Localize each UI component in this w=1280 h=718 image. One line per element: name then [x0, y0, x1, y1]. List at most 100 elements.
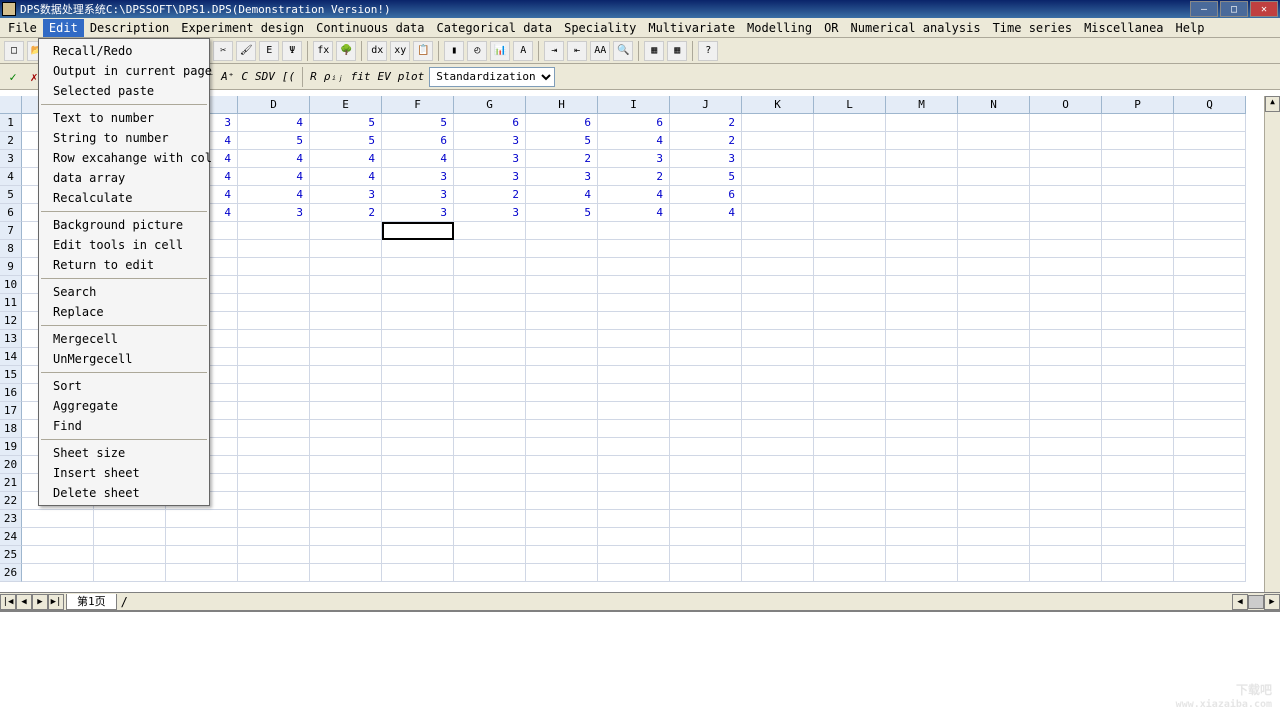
cell[interactable] [1174, 366, 1246, 384]
cell[interactable] [382, 438, 454, 456]
cell[interactable] [1030, 510, 1102, 528]
cell[interactable] [94, 546, 166, 564]
cell[interactable] [598, 312, 670, 330]
cell[interactable] [886, 222, 958, 240]
cell[interactable]: 6 [382, 132, 454, 150]
cell[interactable] [886, 204, 958, 222]
selected-cell[interactable] [382, 222, 454, 240]
cell[interactable] [1030, 240, 1102, 258]
AA-icon[interactable]: AA [590, 41, 610, 61]
cell[interactable] [1030, 546, 1102, 564]
help-icon[interactable]: ? [698, 41, 718, 61]
cell[interactable] [598, 276, 670, 294]
horizontal-scrollbar[interactable]: ◀ [532, 594, 1264, 610]
cell[interactable] [814, 456, 886, 474]
menu-item-recalculate[interactable]: Recalculate [39, 188, 209, 208]
cell[interactable] [1030, 564, 1102, 582]
cell[interactable] [238, 510, 310, 528]
cell[interactable] [670, 348, 742, 366]
bar-icon[interactable]: ▮ [444, 41, 464, 61]
cell[interactable]: 2 [310, 204, 382, 222]
row-header-23[interactable]: 23 [0, 510, 22, 528]
cell[interactable] [310, 240, 382, 258]
cell[interactable] [958, 564, 1030, 582]
menu-item-data-array[interactable]: data array [39, 168, 209, 188]
cell[interactable] [22, 564, 94, 582]
menu-item-unmergecell[interactable]: UnMergecell [39, 349, 209, 369]
cell[interactable] [814, 348, 886, 366]
cell[interactable] [598, 546, 670, 564]
cell[interactable] [166, 564, 238, 582]
fx-icon[interactable]: fx [313, 41, 333, 61]
cell[interactable] [742, 150, 814, 168]
menu-item-aggregate[interactable]: Aggregate [39, 396, 209, 416]
cell[interactable] [310, 564, 382, 582]
minimize-button[interactable]: — [1190, 1, 1218, 17]
cell[interactable]: 3 [454, 168, 526, 186]
cell[interactable] [958, 474, 1030, 492]
row-header-6[interactable]: 6 [0, 204, 22, 222]
cell[interactable] [886, 456, 958, 474]
cell[interactable] [1102, 312, 1174, 330]
menu-categorical-data[interactable]: Categorical data [431, 19, 559, 37]
brush-icon[interactable]: 🖌 [236, 41, 256, 61]
cell[interactable] [1030, 438, 1102, 456]
cell[interactable] [526, 546, 598, 564]
cell[interactable] [742, 546, 814, 564]
cell[interactable] [886, 294, 958, 312]
cell[interactable] [1030, 114, 1102, 132]
cell[interactable] [454, 456, 526, 474]
row-header-12[interactable]: 12 [0, 312, 22, 330]
vertical-scrollbar[interactable]: ▲ [1264, 96, 1280, 598]
menu-item-recall-redo[interactable]: Recall/Redo [39, 41, 209, 61]
cell[interactable] [886, 492, 958, 510]
cell[interactable] [814, 186, 886, 204]
cell[interactable] [238, 456, 310, 474]
cell[interactable] [454, 402, 526, 420]
cell[interactable] [238, 474, 310, 492]
stat-c-icon[interactable]: C [239, 70, 250, 83]
cell[interactable]: 3 [454, 204, 526, 222]
cell[interactable] [1102, 204, 1174, 222]
cell[interactable] [742, 168, 814, 186]
cell[interactable] [310, 546, 382, 564]
row-header-18[interactable]: 18 [0, 420, 22, 438]
cell[interactable] [670, 438, 742, 456]
sheet-nav-button[interactable]: ◀ [16, 594, 32, 610]
row-header-24[interactable]: 24 [0, 528, 22, 546]
cell[interactable]: 4 [670, 204, 742, 222]
cell[interactable] [742, 384, 814, 402]
cell[interactable]: 4 [598, 204, 670, 222]
cell[interactable] [958, 276, 1030, 294]
cell[interactable] [1030, 312, 1102, 330]
menu-continuous-data[interactable]: Continuous data [310, 19, 430, 37]
col-header-M[interactable]: M [886, 96, 958, 114]
cell[interactable] [1102, 294, 1174, 312]
cell[interactable]: 3 [454, 150, 526, 168]
menu-item-output-in-current-page[interactable]: Output in current page [39, 61, 209, 81]
cell[interactable] [958, 168, 1030, 186]
cell[interactable] [814, 330, 886, 348]
cell[interactable] [1102, 564, 1174, 582]
cell[interactable] [238, 240, 310, 258]
col-header-L[interactable]: L [814, 96, 886, 114]
cell[interactable] [598, 438, 670, 456]
cell[interactable] [454, 348, 526, 366]
cell[interactable] [958, 186, 1030, 204]
cell[interactable] [1174, 222, 1246, 240]
cell[interactable] [1174, 420, 1246, 438]
cell[interactable]: 3 [598, 150, 670, 168]
menu-modelling[interactable]: Modelling [741, 19, 818, 37]
scroll-thumb[interactable] [1248, 595, 1264, 609]
cell[interactable] [598, 384, 670, 402]
cell[interactable] [526, 348, 598, 366]
cell[interactable]: 3 [454, 132, 526, 150]
menu-item-edit-tools-in-cell[interactable]: Edit tools in cell [39, 235, 209, 255]
cell[interactable] [958, 150, 1030, 168]
row-header-22[interactable]: 22 [0, 492, 22, 510]
cell[interactable] [238, 276, 310, 294]
cell[interactable]: 4 [310, 150, 382, 168]
cell[interactable] [958, 456, 1030, 474]
menu-file[interactable]: File [2, 19, 43, 37]
row-header-26[interactable]: 26 [0, 564, 22, 582]
